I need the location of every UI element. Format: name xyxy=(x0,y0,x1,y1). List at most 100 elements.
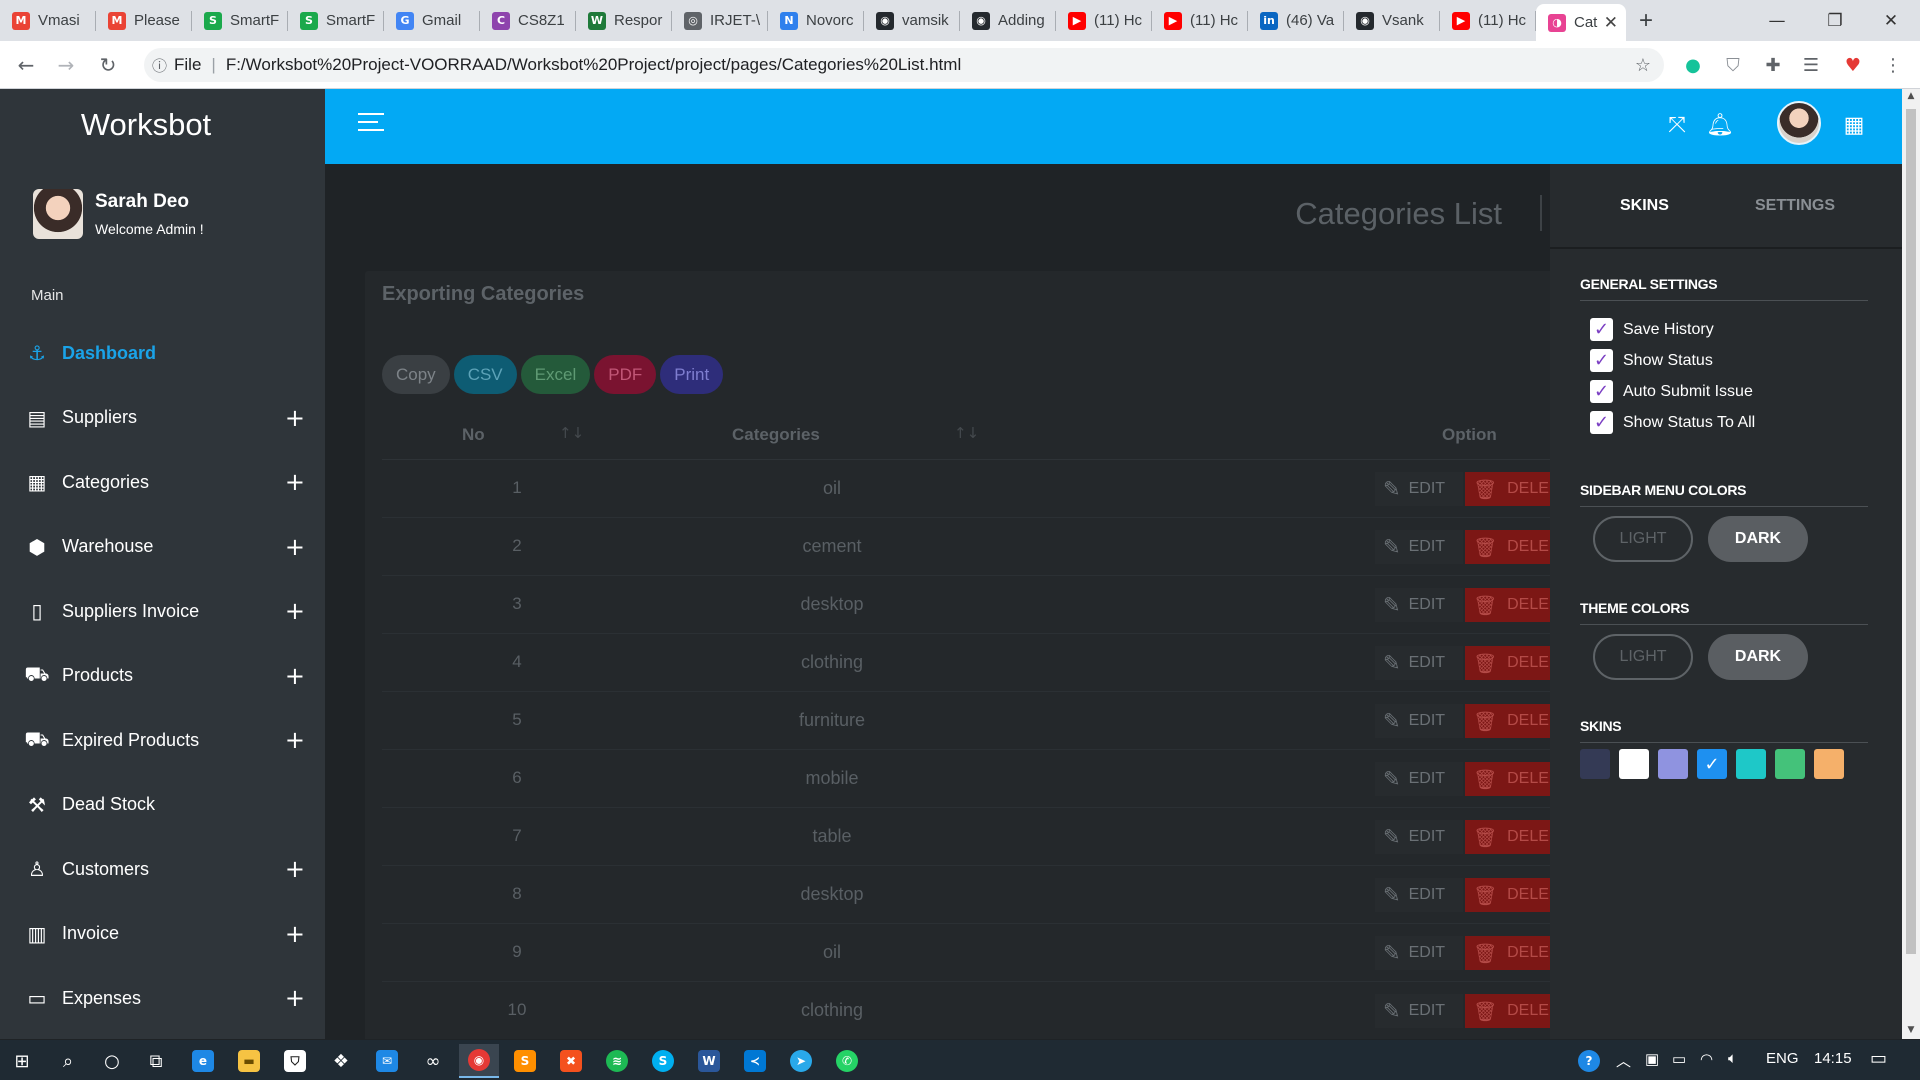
grammarly-icon[interactable]: ● xyxy=(1680,52,1706,78)
edit-button[interactable]: ✎ EDIT xyxy=(1375,588,1463,622)
sidebar-item-suppliers[interactable]: ▤ Suppliers + xyxy=(0,386,325,451)
header-no[interactable]: No xyxy=(462,425,485,445)
browser-tab[interactable]: M Please xyxy=(96,0,192,41)
telegram-icon[interactable]: ➤ xyxy=(781,1044,821,1078)
whatsapp-icon[interactable]: ✆ xyxy=(827,1044,867,1078)
browser-tab[interactable]: ◎ IRJET-\ xyxy=(672,0,768,41)
sidebar-item-expenses[interactable]: ▭ Expenses + xyxy=(0,966,325,1031)
header-categories[interactable]: Categories xyxy=(732,425,820,445)
print-export-button[interactable]: Print xyxy=(660,355,724,394)
vscode-icon[interactable]: ≺ xyxy=(735,1044,775,1078)
setting-save-history[interactable]: ✓ Save History xyxy=(1590,318,1714,341)
skin-swatch[interactable] xyxy=(1658,749,1688,779)
dropbox-icon[interactable]: ❖ xyxy=(321,1044,361,1078)
setting-auto-submit-issue[interactable]: ✓ Auto Submit Issue xyxy=(1590,380,1753,403)
scroll-down-icon[interactable]: ▼ xyxy=(1902,1025,1920,1035)
skype-icon[interactable]: S xyxy=(643,1044,683,1078)
tab-skins[interactable]: SKINS xyxy=(1620,197,1669,215)
browser-tab[interactable]: in (46) Va xyxy=(1248,0,1344,41)
checkbox-icon[interactable]: ✓ xyxy=(1590,380,1613,403)
reading-list-icon[interactable]: ☰ xyxy=(1798,52,1824,78)
expand-plus-icon[interactable]: + xyxy=(285,920,305,948)
new-tab-button[interactable]: + xyxy=(1626,0,1666,41)
scrollbar-thumb[interactable] xyxy=(1906,109,1916,954)
topbar-avatar[interactable] xyxy=(1777,101,1821,145)
skin-swatch[interactable] xyxy=(1736,749,1766,779)
sidebar-item-customers[interactable]: ♙ Customers + xyxy=(0,837,325,902)
browser-tab[interactable]: ▶ (11) Hc xyxy=(1152,0,1248,41)
sidebar-item-dead-stock[interactable]: ⚒ Dead Stock xyxy=(0,773,325,838)
browser-tab[interactable]: M Vmasi xyxy=(0,0,96,41)
reload-icon[interactable]: ↻ xyxy=(88,45,128,85)
expand-plus-icon[interactable]: + xyxy=(285,984,305,1012)
checkbox-icon[interactable]: ✓ xyxy=(1590,411,1613,434)
expand-plus-icon[interactable]: + xyxy=(285,404,305,432)
notification-bell-icon[interactable]: 🔔︎ xyxy=(1705,110,1735,140)
brand-logo[interactable]: Worksbot xyxy=(0,107,292,143)
edit-button[interactable]: ✎ EDIT xyxy=(1375,820,1463,854)
sidebar-item-dashboard[interactable]: ⚓ Dashboard xyxy=(0,321,325,386)
skin-swatch[interactable] xyxy=(1580,749,1610,779)
expand-plus-icon[interactable]: + xyxy=(285,533,305,561)
skin-swatch[interactable] xyxy=(1814,749,1844,779)
fullscreen-icon[interactable]: ⤧ xyxy=(1662,110,1692,140)
sidebar-item-warehouse[interactable]: ⬢ Warehouse + xyxy=(0,515,325,580)
expand-plus-icon[interactable]: + xyxy=(285,662,305,690)
checkbox-icon[interactable]: ✓ xyxy=(1590,349,1613,372)
close-window-icon[interactable]: ✕ xyxy=(1862,0,1920,41)
skin-swatch[interactable] xyxy=(1619,749,1649,779)
skin-swatch[interactable]: ✓ xyxy=(1697,749,1727,779)
sidebar-dark-button[interactable]: DARK xyxy=(1708,516,1808,562)
sidebar-item-categories[interactable]: ▦ Categories + xyxy=(0,450,325,515)
apps-grid-icon[interactable]: ▦ xyxy=(1839,110,1869,140)
close-tab-icon[interactable]: ✕ xyxy=(1604,13,1618,33)
wifi-icon[interactable]: ◠ xyxy=(1700,1050,1713,1068)
chrome-icon[interactable]: ◉ xyxy=(459,1044,499,1078)
hamburger-menu-icon[interactable] xyxy=(358,113,384,137)
browser-tab[interactable]: C CS8Z1 xyxy=(480,0,576,41)
forward-icon[interactable]: → xyxy=(46,45,86,85)
edit-button[interactable]: ✎ EDIT xyxy=(1375,472,1463,506)
edit-button[interactable]: ✎ EDIT xyxy=(1375,994,1463,1028)
sidebar-item-expired-products[interactable]: ⛟ Expired Products + xyxy=(0,708,325,773)
skin-swatch[interactable] xyxy=(1775,749,1805,779)
edit-button[interactable]: ✎ EDIT xyxy=(1375,704,1463,738)
cortana-icon[interactable]: ○ xyxy=(92,1044,132,1078)
page-scrollbar[interactable]: ▲ ▼ xyxy=(1902,89,1920,1039)
browser-tab[interactable]: S SmartF xyxy=(288,0,384,41)
edit-button[interactable]: ✎ EDIT xyxy=(1375,762,1463,796)
checkbox-icon[interactable]: ✓ xyxy=(1590,318,1613,341)
info-icon[interactable]: ⓘ xyxy=(152,55,174,76)
browser-tab[interactable]: N Novorc xyxy=(768,0,864,41)
sidebar-item-suppliers-invoice[interactable]: ▯ Suppliers Invoice + xyxy=(0,579,325,644)
bookmark-star-icon[interactable]: ☆ xyxy=(1630,52,1656,78)
sidebar-item-invoice[interactable]: ▥ Invoice + xyxy=(0,902,325,967)
browser-tab[interactable]: ◉ Vsank xyxy=(1344,0,1440,41)
edit-button[interactable]: ✎ EDIT xyxy=(1375,878,1463,912)
pdf-export-button[interactable]: PDF xyxy=(594,355,657,394)
setting-show-status-to-all[interactable]: ✓ Show Status To All xyxy=(1590,411,1755,434)
browser-tab[interactable]: ▶ (11) Hc xyxy=(1056,0,1152,41)
browser-tab[interactable]: ▶ (11) Hc xyxy=(1440,0,1536,41)
scroll-up-icon[interactable]: ▲ xyxy=(1902,91,1920,101)
edge-icon[interactable]: e xyxy=(183,1044,223,1078)
sidebar-light-button[interactable]: LIGHT xyxy=(1593,516,1693,562)
sort-icon[interactable]: ↑↓ xyxy=(559,424,584,442)
infinity-icon[interactable]: ∞ xyxy=(413,1044,453,1078)
minimize-icon[interactable]: — xyxy=(1748,0,1806,41)
shield-icon[interactable]: ⛉ xyxy=(1720,52,1746,78)
back-icon[interactable]: ← xyxy=(6,45,46,85)
url-input[interactable]: ⓘ File | F:/Worksbot%20Project-VOORRAAD/… xyxy=(144,48,1664,82)
browser-tab[interactable]: ◉ Adding xyxy=(960,0,1056,41)
expand-plus-icon[interactable]: + xyxy=(285,468,305,496)
browser-tab[interactable]: S SmartF xyxy=(192,0,288,41)
browser-tab[interactable]: G Gmail xyxy=(384,0,480,41)
tray-chevron-icon[interactable]: ︿ xyxy=(1616,1050,1631,1071)
battery-icon[interactable]: ▭ xyxy=(1672,1050,1686,1068)
extensions-icon[interactable]: ✚ xyxy=(1760,52,1786,78)
clock[interactable]: 14:15 xyxy=(1814,1050,1852,1067)
mail-icon[interactable]: ✉ xyxy=(367,1044,407,1078)
browser-tab[interactable]: ◉ vamsik xyxy=(864,0,960,41)
volume-icon[interactable]: 🔈︎ xyxy=(1728,1050,1737,1067)
browser-tab-active[interactable]: ◑ Cat ✕ xyxy=(1536,4,1626,41)
